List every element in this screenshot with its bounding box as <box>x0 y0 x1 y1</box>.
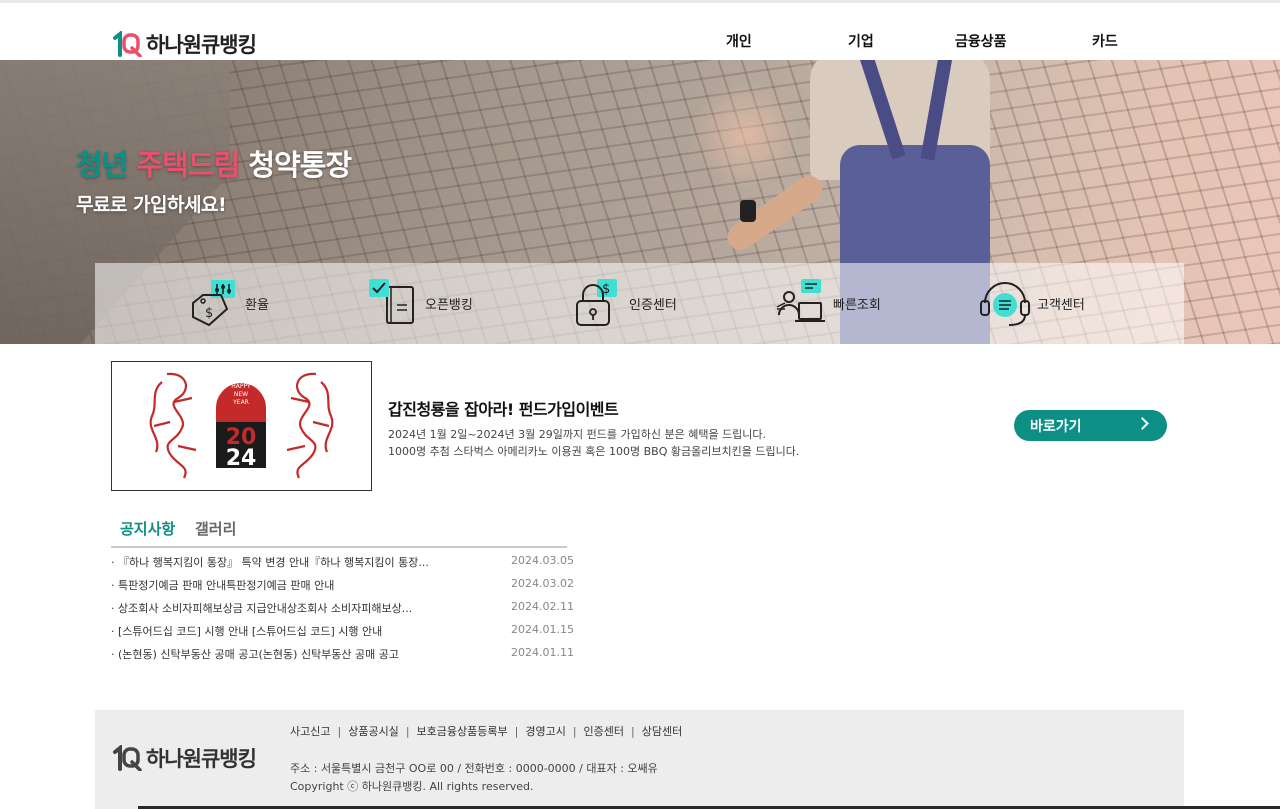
header: 하나원큐뱅킹 개인 기업 금융상품 카드 <box>0 3 1280 60</box>
notice-title: · [스튜어드십 코드] 시행 안내 [스튜어드십 코드] 시행 안내 <box>111 625 383 638</box>
lock-icon: $ <box>576 279 617 326</box>
notice-title: · 『하나 행복지킴이 통장』 특약 변경 안내『하나 행복지킴이 통장... <box>111 556 429 569</box>
nav-item-corporate[interactable]: 기업 <box>848 31 874 51</box>
quick-item-label: 오픈뱅킹 <box>425 297 473 313</box>
go-button-label: 바로가기 <box>1030 418 1082 435</box>
chevron-right-icon <box>1136 417 1149 430</box>
event-image-text-line1: HAPPY <box>231 383 251 390</box>
list-item[interactable]: · (논현동) 신탁부동산 공매 공고(논현동) 신탁부동산 공매 공고 202… <box>111 643 574 666</box>
hero-subtitle: 무료로 가입하세요! <box>76 194 227 216</box>
hero-banner[interactable]: 청년 주택드림 청약통장 무료로 가입하세요! $ 환율 오픈뱅킹 $ 인증센터… <box>0 60 1280 344</box>
open-banking-icon <box>369 279 414 324</box>
footer: 하나원큐뱅킹 사고신고 | 상품공시실 | 보호금융상품등록부 | 경영고시 | 인증센터 | 상담… <box>95 710 1184 809</box>
headset-icon <box>980 282 1030 326</box>
footer-link-protected-products[interactable]: 보호금융상품등록부 <box>417 725 508 738</box>
nav-item-financial-products[interactable]: 금융상품 <box>955 31 1007 51</box>
event-description: 2024년 1월 2일~2024년 3월 29일까지 펀드를 가입하신 분은 혜… <box>388 426 799 460</box>
quick-item-label: 고객센터 <box>1037 297 1085 313</box>
notice-title: · 상조회사 소비자피해보상금 지급안내상조회사 소비자피해보상... <box>111 602 413 615</box>
tab-notice[interactable]: 공지사항 <box>120 518 175 539</box>
nav-item-card[interactable]: 카드 <box>1092 31 1118 51</box>
footer-brand-name: 하나원큐뱅킹 <box>146 747 257 771</box>
list-item[interactable]: · 특판정기예금 판매 안내특판정기예금 판매 안내 2024.03.02 <box>111 574 574 597</box>
svg-text:$: $ <box>205 306 213 321</box>
event-title: 갑진청룡을 잡아라! 펀드가입이벤트 <box>388 400 619 419</box>
quick-item-label: 인증센터 <box>629 297 677 313</box>
footer-copyright: Copyright ⓒ 하나원큐뱅킹. All rights reserved. <box>290 780 534 793</box>
list-item[interactable]: · 『하나 행복지킴이 통장』 특약 변경 안내『하나 행복지킴이 통장... … <box>111 551 574 574</box>
quick-inquiry-icon <box>776 279 825 322</box>
footer-separator: | <box>337 725 342 738</box>
footer-link-product-disclosure[interactable]: 상품공시실 <box>348 725 399 738</box>
footer-links: 사고신고 | 상품공시실 | 보호금융상품등록부 | 경영고시 | 인증센터 | 상담센터 <box>290 723 682 739</box>
tab-gallery[interactable]: 갤러리 <box>195 518 236 539</box>
go-button[interactable]: 바로가기 <box>1014 410 1167 441</box>
quick-item-label: 환율 <box>245 297 269 313</box>
hero-title-part3: 청약통장 <box>248 148 352 182</box>
event-image-text-line3: YEAR <box>232 399 249 406</box>
list-item[interactable]: · [스튜어드십 코드] 시행 안내 [스튜어드십 코드] 시행 안내 2024… <box>111 620 574 643</box>
hero-title: 청년 주택드림 청약통장 <box>76 142 352 184</box>
footer-logo[interactable]: 하나원큐뱅킹 <box>112 743 257 773</box>
quick-item-label: 빠른조회 <box>833 297 881 313</box>
exchange-rate-icon: $ <box>192 280 235 327</box>
hero-title-part1: 청년 <box>76 148 128 182</box>
footer-link-management-notice[interactable]: 경영고시 <box>525 725 565 738</box>
notice-tabs: 공지사항 갤러리 <box>111 514 567 548</box>
main-nav: 개인 기업 금융상품 카드 <box>0 31 1280 53</box>
footer-link-auth-center[interactable]: 인증센터 <box>584 725 624 738</box>
brand-logo-icon <box>113 745 142 771</box>
footer-separator: | <box>405 725 410 738</box>
notice-date: 2024.03.02 <box>511 577 574 590</box>
quick-item-exchange-rate[interactable]: $ 환율 <box>187 277 269 329</box>
footer-separator: | <box>631 725 635 738</box>
notice-date: 2024.01.15 <box>511 623 574 636</box>
footer-link-accident-report[interactable]: 사고신고 <box>290 725 330 738</box>
event-image-text-line2: NEW <box>234 391 248 398</box>
new-year-dragon-image: HAPPY NEW YEAR 20 24 <box>149 372 334 479</box>
notice-date: 2024.01.11 <box>511 646 574 659</box>
notice-date: 2024.02.11 <box>511 600 574 613</box>
quick-item-open-banking[interactable]: 오픈뱅킹 <box>367 277 473 329</box>
footer-separator: | <box>572 725 577 738</box>
nav-item-personal[interactable]: 개인 <box>726 31 752 51</box>
quick-item-customer-center[interactable]: 고객센터 <box>979 277 1085 329</box>
event-year-bottom: 24 <box>226 446 257 471</box>
notice-list: · 『하나 행복지킴이 통장』 특약 변경 안내『하나 행복지킴이 통장... … <box>111 551 574 666</box>
event-description-line1: 2024년 1월 2일~2024년 3월 29일까지 펀드를 가입하신 분은 혜… <box>388 428 767 441</box>
event-description-line2: 1000명 추첨 스타벅스 아메리카노 이용권 혹은 100명 BBQ 황금올리… <box>388 445 800 458</box>
footer-link-consulting-center[interactable]: 상담센터 <box>642 725 682 738</box>
event-image[interactable]: HAPPY NEW YEAR 20 24 <box>111 361 372 491</box>
notice-title: · (논현동) 신탁부동산 공매 공고(논현동) 신탁부동산 공매 공고 <box>111 648 400 661</box>
quick-item-auth-center[interactable]: $ 인증센터 <box>571 277 677 329</box>
notice-title: · 특판정기예금 판매 안내특판정기예금 판매 안내 <box>111 579 335 592</box>
footer-separator: | <box>514 725 519 738</box>
footer-address: 주소 : 서울특별시 금천구 OO로 00 / 전화번호 : 0000-0000… <box>290 762 658 775</box>
list-item[interactable]: · 상조회사 소비자피해보상금 지급안내상조회사 소비자피해보상... 2024… <box>111 597 574 620</box>
quick-item-quick-inquiry[interactable]: 빠른조회 <box>775 277 881 329</box>
quick-menu: $ 환율 오픈뱅킹 $ 인증센터 빠른조회 고객센터 <box>95 263 1184 344</box>
hero-title-part2: 주택드림 <box>136 148 240 182</box>
notice-date: 2024.03.05 <box>511 554 574 567</box>
